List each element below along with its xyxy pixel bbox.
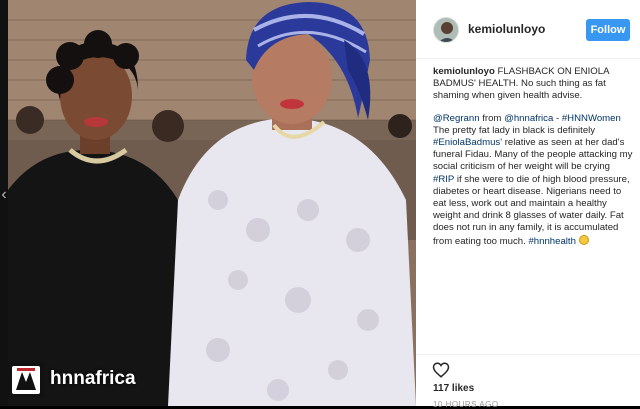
hashtag-eniola-link[interactable]: #EniolaBadmus' (433, 137, 502, 148)
caption-body-1: The pretty fat lady in black is definite… (433, 124, 596, 136)
post-side-panel: kemiolunloyo Follow kemiolunloyo FLASHBA… (416, 0, 640, 409)
from-text: from (479, 112, 505, 124)
hnn-logo-icon (8, 362, 44, 398)
hashtag-rip-link[interactable]: #RIP (433, 174, 454, 185)
photo-illustration (8, 0, 416, 406)
header-username[interactable]: kemiolunloyo (468, 22, 545, 36)
post-timestamp: 10 HOURS AGO (433, 400, 499, 409)
post-photo (8, 0, 416, 406)
dash-text: - (553, 112, 562, 124)
watermark-text: hnnafrica (50, 368, 136, 389)
post-header: kemiolunloyo Follow (416, 0, 640, 59)
smiling-face-emoji-icon (578, 234, 589, 245)
caption-username[interactable]: kemiolunloyo (433, 66, 495, 77)
follow-button[interactable]: Follow (586, 19, 630, 41)
post-caption: kemiolunloyo FLASHBACK ON ENIOLA BADMUS'… (433, 66, 633, 258)
heart-outline-icon[interactable] (432, 361, 450, 379)
likes-count[interactable]: 117 likes (433, 383, 474, 394)
avatar[interactable] (433, 17, 459, 43)
avatar-image (434, 18, 458, 42)
post-actions: 117 likes 10 HOURS AGO (416, 354, 640, 409)
regrann-link[interactable]: @Regrann (433, 113, 480, 124)
source-handle-link[interactable]: @hnnafrica (504, 113, 553, 124)
hashtag-health-link[interactable]: #hnnhealth (528, 236, 575, 247)
hashtag-women-link[interactable]: #HNNWomen (562, 113, 621, 124)
chevron-left-icon[interactable]: ‹ (0, 184, 8, 206)
